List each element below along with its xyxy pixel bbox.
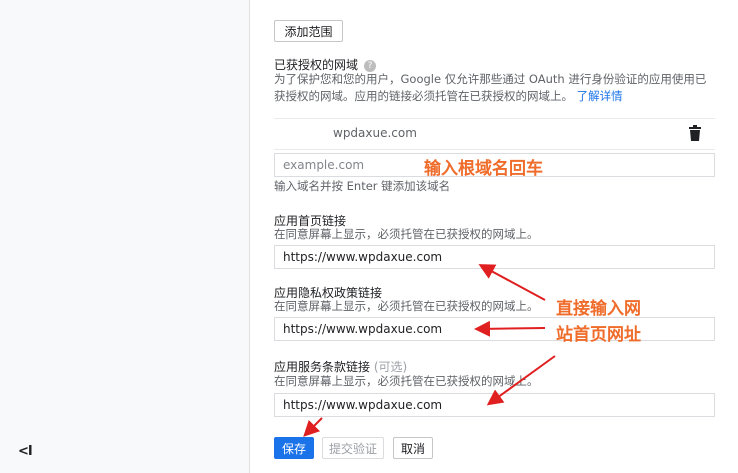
arrow-to-privacy bbox=[474, 320, 546, 337]
arrow-to-tos bbox=[486, 355, 556, 406]
arrow-to-homepage bbox=[478, 264, 546, 301]
annotation-arrows bbox=[303, 264, 556, 437]
arrow-to-save bbox=[303, 417, 323, 437]
